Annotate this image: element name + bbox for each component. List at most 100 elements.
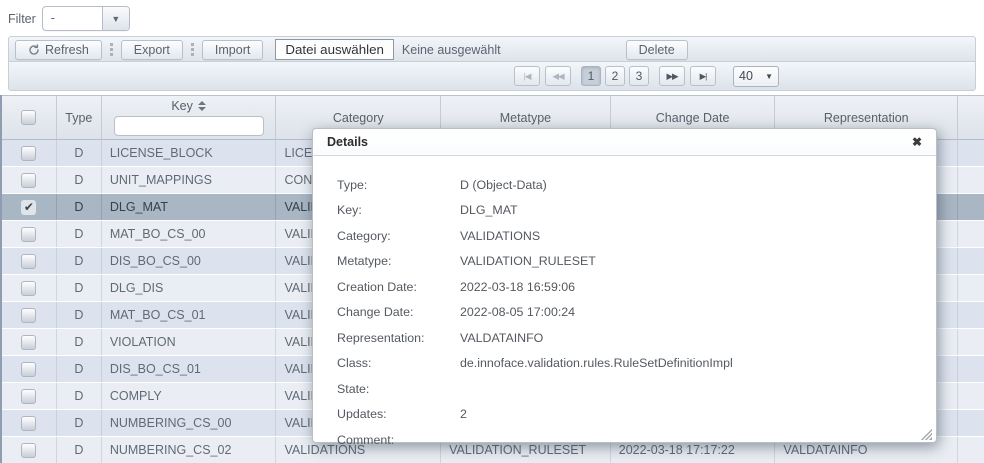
cell-type: D xyxy=(57,248,102,274)
filter-row: Filter - ▼ xyxy=(8,6,130,31)
cell-extra xyxy=(958,302,984,328)
cell-extra xyxy=(958,248,984,274)
row-checkbox[interactable] xyxy=(21,227,36,242)
cell-type: D xyxy=(57,140,102,166)
row-checkbox-cell: ✔ xyxy=(2,194,57,220)
details-field: Metatype: VALIDATION_RULESET xyxy=(337,249,936,275)
details-field-label: Metatype: xyxy=(337,254,460,268)
row-checkbox[interactable] xyxy=(21,146,36,161)
column-header-type[interactable]: Type xyxy=(57,96,102,139)
cell-type: D xyxy=(57,329,102,355)
details-field-value: VALIDATIONS xyxy=(460,229,540,243)
select-all-checkbox[interactable] xyxy=(21,110,36,125)
sort-icon[interactable] xyxy=(198,101,206,111)
details-field-value: VALIDATION_RULESET xyxy=(460,254,596,268)
row-checkbox[interactable] xyxy=(21,281,36,296)
cell-key: DIS_BO_CS_01 xyxy=(102,356,277,382)
paginator-page-3[interactable]: 3 xyxy=(629,66,649,86)
paginator-last-button[interactable]: ▶| xyxy=(690,66,716,86)
cell-key: COMPLY xyxy=(102,383,277,409)
paginator-prev-button[interactable]: ◀◀ xyxy=(545,66,571,86)
cell-type: D xyxy=(57,194,102,220)
row-checkbox-cell xyxy=(2,437,57,463)
row-checkbox[interactable] xyxy=(21,254,36,269)
row-checkbox-cell xyxy=(2,167,57,193)
row-checkbox[interactable] xyxy=(21,362,36,377)
details-dialog-body: Type: D (Object-Data) Key: DLG_MAT Categ… xyxy=(313,156,936,453)
details-field-label: Creation Date: xyxy=(337,280,460,294)
row-checkbox-cell xyxy=(2,302,57,328)
row-checkbox[interactable] xyxy=(21,416,36,431)
column-header-change-date-label: Change Date xyxy=(656,111,730,125)
details-field-label: Updates: xyxy=(337,407,460,421)
row-checkbox-cell xyxy=(2,221,57,247)
details-field: Type: D (Object-Data) xyxy=(337,172,936,198)
column-header-key-label: Key xyxy=(171,99,193,113)
details-field-label: Change Date: xyxy=(337,305,460,319)
select-all-header-cell xyxy=(2,96,57,139)
filter-label: Filter xyxy=(8,12,36,26)
cell-key: NUMBERING_CS_02 xyxy=(102,437,277,463)
page-size-dropdown[interactable]: 40 ▼ xyxy=(733,66,779,87)
details-field: Key: DLG_MAT xyxy=(337,198,936,224)
page-size-value: 40 xyxy=(739,69,753,83)
row-checkbox-cell xyxy=(2,356,57,382)
cell-key: LICENSE_BLOCK xyxy=(102,140,277,166)
cell-key: DLG_DIS xyxy=(102,275,277,301)
delete-button-label: Delete xyxy=(639,43,675,57)
cell-key: MAT_BO_CS_00 xyxy=(102,221,277,247)
resize-grip-icon[interactable] xyxy=(921,429,932,440)
details-field: Updates: 2 xyxy=(337,402,936,428)
column-header-category-label: Category xyxy=(333,111,384,125)
details-field-label: Representation: xyxy=(337,331,460,345)
close-icon[interactable]: ✖ xyxy=(912,136,922,148)
key-filter-input[interactable] xyxy=(114,116,264,136)
row-checkbox[interactable] xyxy=(21,335,36,350)
row-checkbox[interactable] xyxy=(21,389,36,404)
row-checkbox[interactable] xyxy=(21,443,36,458)
cell-type: D xyxy=(57,410,102,436)
details-field-label: Category: xyxy=(337,229,460,243)
filter-dropdown[interactable]: - ▼ xyxy=(42,6,130,31)
cell-extra xyxy=(958,383,984,409)
chevron-down-icon[interactable]: ▼ xyxy=(102,7,129,30)
cell-key: VIOLATION xyxy=(102,329,277,355)
cell-extra xyxy=(958,194,984,220)
cell-type: D xyxy=(57,302,102,328)
details-field: Comment: xyxy=(337,427,936,453)
cell-extra xyxy=(958,356,984,382)
details-field-value: D (Object-Data) xyxy=(460,178,547,192)
row-checkbox-cell xyxy=(2,329,57,355)
filter-dropdown-value: - xyxy=(43,7,102,30)
details-field-value: 2022-03-18 16:59:06 xyxy=(460,280,575,294)
paginator-page-2[interactable]: 2 xyxy=(605,66,625,86)
details-field-label: Class: xyxy=(337,356,460,370)
paginator-page-1[interactable]: 1 xyxy=(581,66,601,86)
details-field: Category: VALIDATIONS xyxy=(337,223,936,249)
details-field-value: 2 xyxy=(460,407,467,421)
details-dialog-title-bar[interactable]: Details ✖ xyxy=(313,129,936,156)
choose-file-button[interactable]: Datei auswählen xyxy=(275,39,394,60)
cell-type: D xyxy=(57,383,102,409)
row-checkbox[interactable] xyxy=(21,308,36,323)
details-field-value: 2022-08-05 17:00:24 xyxy=(460,305,575,319)
row-checkbox[interactable] xyxy=(21,173,36,188)
column-header-representation-label: Representation xyxy=(824,111,909,125)
chevron-down-icon: ▼ xyxy=(765,72,773,81)
refresh-button[interactable]: Refresh xyxy=(15,40,102,60)
file-selection-status: Keine ausgewählt xyxy=(402,43,501,57)
cell-key: MAT_BO_CS_01 xyxy=(102,302,277,328)
delete-button[interactable]: Delete xyxy=(626,40,688,60)
paginator-next-button[interactable]: ▶▶ xyxy=(659,66,685,86)
column-header-key[interactable]: Key xyxy=(102,96,277,139)
row-checkbox-cell xyxy=(2,248,57,274)
export-button-label: Export xyxy=(134,43,170,57)
cell-extra xyxy=(958,140,984,166)
import-button[interactable]: Import xyxy=(202,40,263,60)
refresh-button-label: Refresh xyxy=(45,43,89,57)
paginator-first-button[interactable]: |◀ xyxy=(514,66,540,86)
cell-key: DIS_BO_CS_00 xyxy=(102,248,277,274)
row-checkbox[interactable]: ✔ xyxy=(21,200,36,215)
column-header-type-label: Type xyxy=(65,111,92,125)
export-button[interactable]: Export xyxy=(121,40,183,60)
